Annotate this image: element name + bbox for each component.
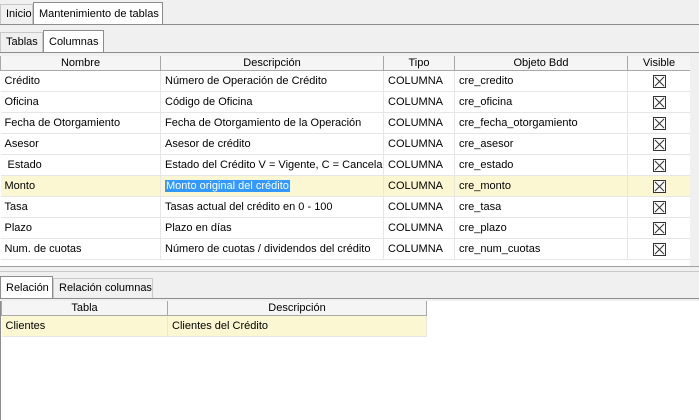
tab-relacion-columnas[interactable]: Relación columnas bbox=[53, 278, 153, 298]
cell-visible bbox=[627, 70, 691, 92]
cell-tipo[interactable]: COLUMNA bbox=[383, 133, 455, 155]
header-tipo[interactable]: Tipo bbox=[383, 56, 455, 71]
cell-descripcion[interactable]: Número de cuotas / dividendos del crédit… bbox=[160, 238, 384, 260]
relation-tab-strip: Relación Relación columnas bbox=[0, 274, 699, 300]
cell-descripcion[interactable]: Tasas actual del crédito en 0 - 100 bbox=[160, 196, 384, 218]
cell-objeto-bdd[interactable]: cre_num_cuotas bbox=[454, 238, 628, 260]
cell-tipo[interactable]: COLUMNA bbox=[383, 238, 455, 260]
cell-descripcion[interactable]: Clientes del Crédito bbox=[167, 315, 427, 337]
cell-objeto-bdd[interactable]: cre_monto bbox=[454, 175, 628, 197]
visible-checkbox[interactable] bbox=[652, 95, 666, 109]
cell-objeto-bdd[interactable]: cre_asesor bbox=[454, 133, 628, 155]
cell-descripcion-editing[interactable]: Monto original del crédito bbox=[160, 175, 384, 197]
cell-visible bbox=[627, 112, 691, 134]
cell-tipo[interactable]: COLUMNA bbox=[383, 70, 455, 92]
cell-tipo[interactable]: COLUMNA bbox=[383, 112, 455, 134]
cell-visible bbox=[627, 91, 691, 113]
cell-visible bbox=[627, 175, 691, 197]
visible-checkbox[interactable] bbox=[652, 137, 666, 151]
cell-tipo[interactable]: COLUMNA bbox=[383, 175, 455, 197]
cell-descripcion[interactable]: Estado del Crédito V = Vigente, C = Canc… bbox=[160, 154, 384, 176]
visible-checkbox[interactable] bbox=[652, 200, 666, 214]
tab-mantenimiento-de-tablas[interactable]: Mantenimiento de tablas bbox=[33, 2, 163, 24]
cell-descripcion[interactable]: Plazo en días bbox=[160, 217, 384, 239]
cell-nombre[interactable]: Plazo bbox=[0, 217, 161, 239]
visible-checkbox[interactable] bbox=[652, 221, 666, 235]
cell-nombre[interactable]: Monto bbox=[0, 175, 161, 197]
tab-relacion[interactable]: Relación bbox=[0, 276, 53, 298]
visible-checkbox[interactable] bbox=[652, 179, 666, 193]
header-tabla[interactable]: Tabla bbox=[1, 301, 168, 316]
header-nombre[interactable]: Nombre bbox=[0, 56, 161, 71]
tab-tablas[interactable]: Tablas bbox=[0, 32, 43, 52]
cell-visible bbox=[627, 154, 691, 176]
tab-columnas[interactable]: Columnas bbox=[43, 30, 104, 52]
header-descripcion[interactable]: Descripción bbox=[160, 56, 384, 71]
cell-visible bbox=[627, 196, 691, 218]
cell-descripcion[interactable]: Código de Oficina bbox=[160, 91, 384, 113]
table-row-selected[interactable]: Monto Monto original del crédito COLUMNA… bbox=[0, 175, 691, 197]
table-row[interactable]: Crédito Número de Operación de Crédito C… bbox=[0, 70, 691, 92]
table-row[interactable]: Asesor Asesor de crédito COLUMNA cre_ase… bbox=[0, 133, 691, 155]
sub-tab-divider bbox=[0, 52, 699, 53]
columns-grid-header: Nombre Descripción Tipo Objeto Bdd Visib… bbox=[0, 56, 691, 71]
cell-nombre[interactable]: Num. de cuotas bbox=[0, 238, 161, 260]
cell-nombre[interactable]: Estado bbox=[0, 154, 161, 176]
cell-visible bbox=[627, 238, 691, 260]
splitter[interactable] bbox=[0, 267, 699, 272]
main-tab-strip: Inicio Mantenimiento de tablas bbox=[0, 0, 699, 26]
relation-tab-divider bbox=[0, 298, 699, 299]
cell-nombre[interactable]: Tasa bbox=[0, 196, 161, 218]
cell-tipo[interactable]: COLUMNA bbox=[383, 217, 455, 239]
cell-nombre[interactable]: Asesor bbox=[0, 133, 161, 155]
cell-descripcion[interactable]: Número de Operación de Crédito bbox=[160, 70, 384, 92]
columns-grid: Nombre Descripción Tipo Objeto Bdd Visib… bbox=[0, 56, 691, 260]
cell-visible bbox=[627, 217, 691, 239]
visible-checkbox[interactable] bbox=[652, 158, 666, 172]
cell-tipo[interactable]: COLUMNA bbox=[383, 154, 455, 176]
cell-tipo[interactable]: COLUMNA bbox=[383, 91, 455, 113]
columns-grid-scrollbar[interactable] bbox=[690, 56, 699, 266]
cell-descripcion[interactable]: Fecha de Otorgamiento de la Operación bbox=[160, 112, 384, 134]
tab-inicio[interactable]: Inicio bbox=[0, 4, 33, 24]
cell-objeto-bdd[interactable]: cre_oficina bbox=[454, 91, 628, 113]
cell-objeto-bdd[interactable]: cre_tasa bbox=[454, 196, 628, 218]
table-row[interactable]: Estado Estado del Crédito V = Vigente, C… bbox=[0, 154, 691, 176]
cell-objeto-bdd[interactable]: cre_fecha_otorgamiento bbox=[454, 112, 628, 134]
table-row[interactable]: Oficina Código de Oficina COLUMNA cre_of… bbox=[0, 91, 691, 113]
cell-objeto-bdd[interactable]: cre_plazo bbox=[454, 217, 628, 239]
sub-tab-strip: Tablas Columnas bbox=[0, 28, 699, 54]
cell-objeto-bdd[interactable]: cre_estado bbox=[454, 154, 628, 176]
cell-nombre[interactable]: Fecha de Otorgamiento bbox=[0, 112, 161, 134]
cell-descripcion[interactable]: Asesor de crédito bbox=[160, 133, 384, 155]
header-descripcion[interactable]: Descripción bbox=[167, 301, 427, 316]
table-row[interactable]: Plazo Plazo en días COLUMNA cre_plazo bbox=[0, 217, 691, 239]
table-row[interactable]: Tasa Tasas actual del crédito en 0 - 100… bbox=[0, 196, 691, 218]
cell-objeto-bdd[interactable]: cre_credito bbox=[454, 70, 628, 92]
cell-tabla[interactable]: Clientes bbox=[1, 315, 168, 337]
visible-checkbox[interactable] bbox=[652, 116, 666, 130]
cell-nombre[interactable]: Crédito bbox=[0, 70, 161, 92]
cell-tipo[interactable]: COLUMNA bbox=[383, 196, 455, 218]
visible-checkbox[interactable] bbox=[652, 242, 666, 256]
relation-grid: Tabla Descripción Clientes Clientes del … bbox=[1, 301, 427, 337]
table-row[interactable]: Fecha de Otorgamiento Fecha de Otorgamie… bbox=[0, 112, 691, 134]
cell-nombre[interactable]: Oficina bbox=[0, 91, 161, 113]
relation-grid-panel: Tabla Descripción Clientes Clientes del … bbox=[0, 301, 699, 420]
visible-checkbox[interactable] bbox=[652, 74, 666, 88]
columns-grid-panel: Nombre Descripción Tipo Objeto Bdd Visib… bbox=[0, 56, 699, 267]
table-row[interactable]: Num. de cuotas Número de cuotas / divide… bbox=[0, 238, 691, 260]
header-objeto-bdd[interactable]: Objeto Bdd bbox=[454, 56, 628, 71]
table-row-selected[interactable]: Clientes Clientes del Crédito bbox=[1, 315, 427, 337]
header-visible[interactable]: Visible bbox=[627, 56, 691, 71]
cell-visible bbox=[627, 133, 691, 155]
relation-grid-header: Tabla Descripción bbox=[1, 301, 427, 316]
selected-text[interactable]: Monto original del crédito bbox=[165, 180, 290, 192]
